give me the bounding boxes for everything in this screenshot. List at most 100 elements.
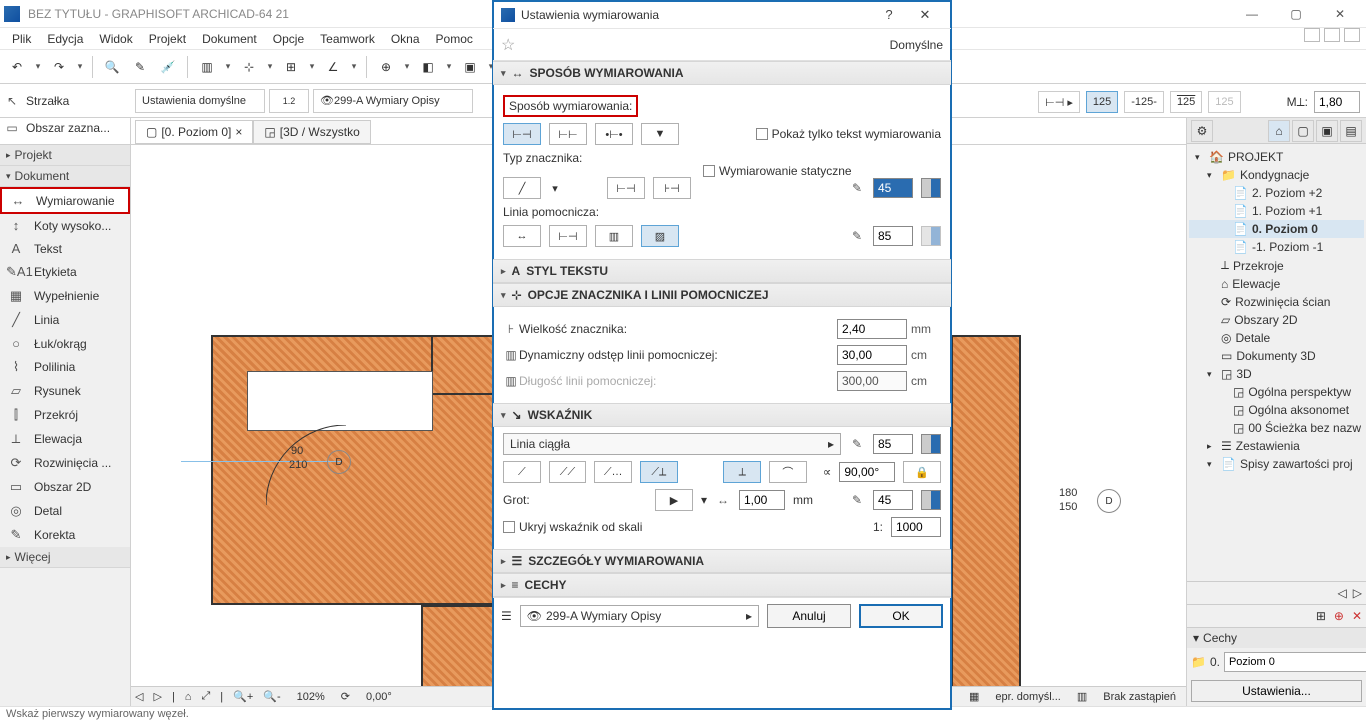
- grid-button[interactable]: ⊕: [373, 54, 399, 80]
- tree-node-15[interactable]: ◲00 Ścieżka bez nazw: [1189, 419, 1364, 437]
- witness-pen-input[interactable]: [873, 226, 913, 246]
- nav-tab-project[interactable]: ⌂: [1268, 120, 1290, 142]
- marker-pen-input[interactable]: [873, 178, 913, 198]
- tree-node-0[interactable]: ▾🏠PROJEKT: [1189, 148, 1364, 166]
- dialog-help-button[interactable]: ?: [871, 7, 907, 22]
- override-value[interactable]: Brak zastąpień: [1097, 691, 1182, 703]
- witness-1-button[interactable]: ↔: [503, 225, 541, 247]
- section-opcje[interactable]: ▾⊹OPCJE ZNACZNIKA I LINII POMOCNICZEJ: [493, 283, 951, 307]
- marker-size-input[interactable]: [837, 319, 907, 339]
- tree-node-7[interactable]: ⌂Elewacje: [1189, 275, 1364, 293]
- zoom-extents-icon[interactable]: ⌂: [185, 691, 192, 703]
- section-dokument[interactable]: ▾Dokument: [0, 166, 130, 187]
- project-tree[interactable]: ▾🏠PROJEKT▾📁Kondygnacje📄2. Poziom +2📄1. P…: [1187, 144, 1366, 581]
- tool-item-3[interactable]: ✎A1Etykieta: [0, 260, 130, 284]
- tree-node-11[interactable]: ▭Dokumenty 3D: [1189, 347, 1364, 365]
- redo-button[interactable]: ↷: [46, 54, 72, 80]
- section-szczegoly[interactable]: ▸☰SZCZEGÓŁY WYMIAROWANIA: [493, 549, 951, 573]
- dim-preset-2[interactable]: -125-: [1124, 91, 1164, 113]
- ptr-shape-1[interactable]: ⟂: [723, 461, 761, 483]
- hide-pointer-checkbox[interactable]: Ukryj wskaźnik od skali: [503, 520, 642, 534]
- nav-tab-publisher[interactable]: ▤: [1340, 120, 1362, 142]
- tree-node-2[interactable]: 📄2. Poziom +2: [1189, 184, 1364, 202]
- dim-chained-button[interactable]: ⊢⊢: [549, 123, 587, 145]
- panel-minimize-1[interactable]: [1304, 28, 1320, 42]
- menu-widok[interactable]: Widok: [91, 30, 140, 48]
- paint-button[interactable]: 💉: [155, 54, 181, 80]
- tool-item-0[interactable]: ↔Wymiarowanie: [0, 187, 130, 214]
- marker-3-button[interactable]: ⊦⊣: [653, 177, 691, 199]
- angle-value[interactable]: 0,00°: [360, 691, 398, 703]
- nav-prev-icon[interactable]: ◁: [135, 690, 143, 703]
- floor-name-input[interactable]: [1224, 652, 1366, 672]
- add-icon[interactable]: ⊕: [1334, 609, 1344, 623]
- witness-3-button[interactable]: ▥: [595, 225, 633, 247]
- menu-plik[interactable]: Plik: [4, 30, 39, 48]
- tool-item-10[interactable]: ⟂Elewacja: [0, 427, 130, 451]
- ptr-style-4[interactable]: ⟋⟂: [640, 461, 678, 483]
- tool-item-6[interactable]: ○Łuk/okrąg: [0, 332, 130, 355]
- witness-4-button[interactable]: ▨: [641, 225, 679, 247]
- nav-tab-views[interactable]: ▢: [1292, 120, 1314, 142]
- dialog-close-button[interactable]: ✕: [907, 7, 943, 23]
- pointer-label[interactable]: Strzałka: [26, 94, 69, 108]
- section-wskaznik[interactable]: ▾↘WSKAŹNIK: [493, 403, 951, 427]
- door-tag-2[interactable]: D: [1097, 489, 1121, 513]
- tool-item-5[interactable]: ╱Linia: [0, 308, 130, 332]
- section-sposob[interactable]: ▾↔SPOSÓB WYMIAROWANIA: [493, 61, 951, 85]
- dim-elev-button[interactable]: ▼: [641, 123, 679, 145]
- tool-item-9[interactable]: ⫿Przekrój: [0, 403, 130, 427]
- tree-node-12[interactable]: ▾◲3D: [1189, 365, 1364, 383]
- witness-2-button[interactable]: ⊢⊣: [549, 225, 587, 247]
- pointer-pen-input[interactable]: [873, 434, 913, 454]
- tree-node-13[interactable]: ◲Ogólna perspektyw: [1189, 383, 1364, 401]
- section-cechy[interactable]: ▸≡CECHY: [493, 573, 951, 597]
- door-tag-1[interactable]: D: [327, 450, 351, 474]
- tool-item-11[interactable]: ⟳Rozwinięcia ...: [0, 451, 130, 475]
- tree-node-5[interactable]: 📄-1. Poziom -1: [1189, 238, 1364, 256]
- linetype-select[interactable]: Linia ciągła▸: [503, 433, 841, 455]
- nav-next-icon[interactable]: ▷: [153, 690, 161, 703]
- zoom-in-icon[interactable]: 🔍+: [233, 690, 253, 703]
- favorite-icon[interactable]: ☆: [501, 35, 515, 55]
- snap-button[interactable]: ⊹: [236, 54, 262, 80]
- tree-node-8[interactable]: ⟳Rozwinięcia ścian: [1189, 293, 1364, 311]
- layer-picker[interactable]: 👁299-A Wymiary Opisy▸: [520, 605, 759, 627]
- tool-item-4[interactable]: ▦Wypełnienie: [0, 284, 130, 308]
- tool-item-2[interactable]: ATekst: [0, 237, 130, 260]
- tree-node-9[interactable]: ▱Obszary 2D: [1189, 311, 1364, 329]
- settings-button[interactable]: Ustawienia...: [1191, 680, 1362, 702]
- dim-preset-1[interactable]: ⊢⊣ ▸: [1038, 91, 1080, 113]
- tool-item-1[interactable]: ↕Koty wysoko...: [0, 214, 130, 237]
- dim-linear-button[interactable]: ⊢⊣: [503, 123, 541, 145]
- undo-button[interactable]: ↶: [4, 54, 30, 80]
- tool-item-7[interactable]: ⌇Polilinia: [0, 355, 130, 379]
- tool-item-8[interactable]: ▱Rysunek: [0, 379, 130, 403]
- menu-dokument[interactable]: Dokument: [194, 30, 265, 48]
- menu-projekt[interactable]: Projekt: [141, 30, 194, 48]
- dim-style-button[interactable]: 1.2: [269, 89, 309, 113]
- repr-icon[interactable]: ▦: [969, 690, 979, 703]
- show-text-only-checkbox[interactable]: Pokaż tylko tekst wymiarowania: [756, 127, 941, 141]
- menu-edycja[interactable]: Edycja: [39, 30, 91, 48]
- marker-1-button[interactable]: ╱: [503, 177, 541, 199]
- hide-scale-input[interactable]: [891, 517, 941, 537]
- ptr-style-1[interactable]: ⟋: [503, 461, 541, 483]
- arrow-pen-input[interactable]: [873, 490, 913, 510]
- tab-poziom0[interactable]: ▢ [0. Poziom 0] ×: [135, 120, 253, 144]
- layers-icon[interactable]: ☰: [501, 609, 512, 623]
- zoom-value[interactable]: 102%: [291, 691, 331, 703]
- trace-button[interactable]: ◧: [415, 54, 441, 80]
- marquee-label[interactable]: Obszar zazna...: [26, 121, 110, 135]
- ok-button[interactable]: OK: [859, 604, 943, 628]
- view3d-button[interactable]: ▣: [457, 54, 483, 80]
- tree-node-17[interactable]: ▾📄Spisy zawartości proj: [1189, 455, 1364, 473]
- eyedropper-button[interactable]: ✎: [127, 54, 153, 80]
- dyn-gap-input[interactable]: [837, 345, 907, 365]
- scale-m-input[interactable]: [1314, 91, 1360, 113]
- tree-node-6[interactable]: ⟂Przekroje: [1189, 256, 1364, 275]
- guides-button[interactable]: ▥: [194, 54, 220, 80]
- menu-teamwork[interactable]: Teamwork: [312, 30, 383, 48]
- minimize-button[interactable]: —: [1230, 0, 1274, 28]
- dim-point-button[interactable]: •⊢•: [595, 123, 633, 145]
